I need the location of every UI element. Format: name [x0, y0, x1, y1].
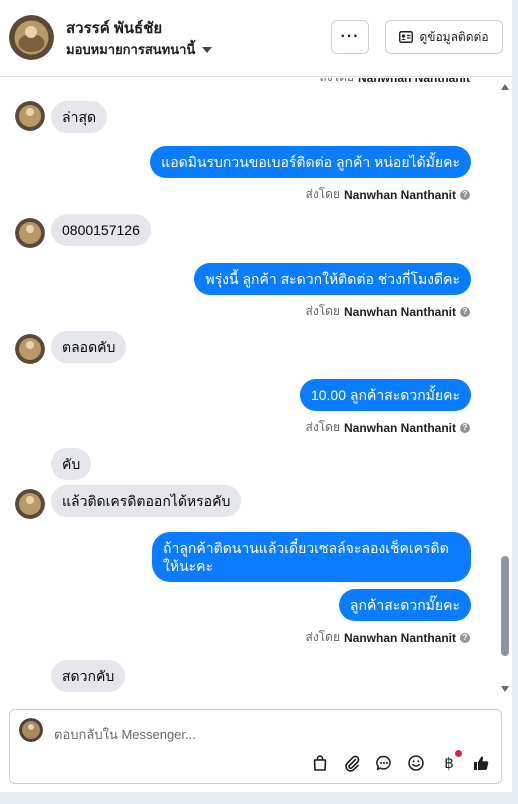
incoming-message-bubble[interactable]: สดวกคับ: [51, 660, 126, 692]
outgoing-message-bubble[interactable]: พรุ่งนี้ ลูกค้า สะดวกให้ติดต่อ ช่วงกี่โม…: [194, 263, 471, 295]
shopping-bag-icon[interactable]: [309, 752, 331, 774]
contact-avatar-small[interactable]: [15, 334, 45, 364]
caret-down-icon: [202, 46, 213, 53]
reply-input[interactable]: ตอบกลับใน Messenger...: [54, 724, 196, 745]
info-icon[interactable]: ?: [460, 189, 470, 200]
chat-bubble-icon[interactable]: [373, 752, 395, 774]
message-thread[interactable]: ส่งโดยNanwhan Nanthanit ล่าสุด แอดมินรบก…: [0, 78, 496, 696]
info-icon[interactable]: ?: [460, 422, 470, 433]
sent-by-label: ส่งโดย Nanwhan Nanthanit ?: [306, 302, 470, 321]
incoming-message-bubble[interactable]: คับ: [51, 448, 92, 480]
contact-avatar-small[interactable]: [15, 101, 45, 131]
assign-conversation-dropdown[interactable]: มอบหมายการสนทนานี้: [66, 39, 213, 60]
smiley-icon[interactable]: [405, 752, 427, 774]
contact-info-label: ดูข้อมูลติดต่อ: [419, 29, 489, 44]
more-options-button[interactable]: ···: [331, 20, 369, 54]
messenger-panel: สวรรค์ พันธ์ชัย มอบหมายการสนทนานี้ ··· ด…: [0, 0, 512, 792]
contact-name: สวรรค์ พันธ์ชัย: [66, 20, 163, 37]
incoming-message-bubble[interactable]: 0800157126: [51, 214, 151, 246]
more-icon: ···: [340, 28, 360, 45]
contact-card-icon: [399, 31, 414, 43]
assign-label: มอบหมายการสนทนานี้: [66, 42, 196, 57]
notification-dot: [455, 750, 462, 757]
outgoing-message-bubble[interactable]: ถ้าลูกค้าติดนานแล้วเดี๋ยวเซลล์จะลองเช็คเ…: [152, 532, 471, 582]
sent-by-label: ส่งโดย Nanwhan Nanthanit ?: [306, 418, 470, 437]
incoming-message-bubble[interactable]: ล่าสุด: [51, 101, 108, 133]
scroll-up-arrow-icon[interactable]: [501, 84, 509, 90]
sent-by-label: ส่งโดยNanwhan Nanthanit: [320, 78, 470, 87]
sent-by-label: ส่งโดย Nanwhan Nanthanit ?: [306, 628, 470, 647]
incoming-message-bubble[interactable]: แล้วติดเครดิตออกได้หรอคับ: [51, 485, 242, 517]
scroll-down-arrow-icon[interactable]: [501, 686, 509, 692]
outgoing-message-bubble[interactable]: 10.00 ลูกค้าสะดวกมั้ยคะ: [299, 379, 471, 411]
thumbs-up-icon[interactable]: [470, 752, 492, 774]
contact-avatar-small[interactable]: [15, 489, 45, 519]
page-avatar: [19, 718, 43, 742]
contact-avatar-small[interactable]: [15, 218, 45, 248]
info-icon[interactable]: ?: [460, 632, 470, 643]
scrollbar-thumb[interactable]: [501, 556, 509, 656]
sent-by-label: ส่งโดย Nanwhan Nanthanit ?: [306, 185, 470, 204]
contact-avatar[interactable]: [9, 15, 54, 60]
outgoing-message-bubble[interactable]: แอดมินรบกวนขอเบอร์ติดต่อ ลูกค้า หน่อยได้…: [150, 146, 471, 178]
conversation-header: สวรรค์ พันธ์ชัย มอบหมายการสนทนานี้ ··· ด…: [0, 0, 512, 77]
info-icon[interactable]: ?: [460, 306, 470, 317]
reply-composer[interactable]: ตอบกลับใน Messenger... ฿: [9, 709, 502, 784]
incoming-message-bubble[interactable]: ตลอดคับ: [51, 331, 127, 363]
view-contact-info-button[interactable]: ดูข้อมูลติดต่อ: [385, 20, 503, 54]
outgoing-message-bubble[interactable]: ลูกค้าสะดวกมั๊ยคะ: [338, 589, 471, 621]
paperclip-icon[interactable]: [341, 752, 363, 774]
